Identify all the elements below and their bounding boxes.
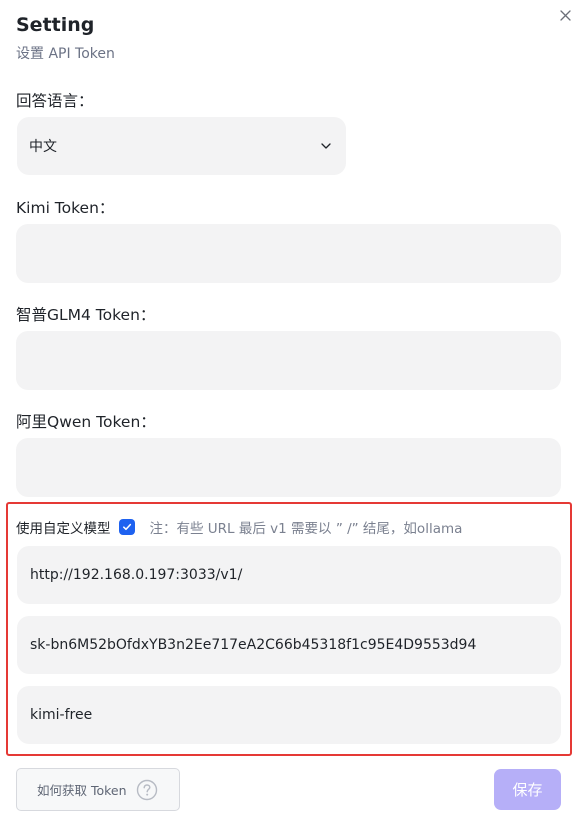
custom-model-label: 使用自定义模型 [16, 521, 111, 537]
chevron-down-icon [321, 143, 331, 149]
language-label: 回答语言： [16, 92, 94, 110]
custom-api-key-input[interactable] [17, 616, 561, 674]
glm-token-label: 智普GLM4 Token： [16, 306, 156, 324]
custom-model-note: 注：有些 URL 最后 v1 需要以 ” /” 结尾，如ollama [149, 521, 463, 537]
qwen-token-input[interactable] [16, 438, 561, 497]
glm-token-input[interactable] [16, 331, 561, 390]
how-to-get-token-label: 如何获取 Token [37, 783, 127, 798]
kimi-token-label: Kimi Token： [16, 199, 115, 217]
close-button[interactable] [556, 6, 574, 24]
how-to-get-token-button[interactable]: 如何获取 Token [16, 768, 180, 811]
custom-url-input[interactable] [17, 546, 561, 604]
custom-model-checkbox[interactable] [118, 519, 135, 535]
custom-model-row: 使用自定义模型 注：有些 URL 最后 v1 需要以 ” /” 结尾，如olla… [16, 516, 462, 538]
language-select[interactable]: 中文 [17, 117, 346, 175]
question-circle-icon [136, 779, 158, 801]
close-icon [559, 9, 571, 21]
check-icon [122, 523, 131, 531]
custom-model-name-input[interactable] [17, 686, 561, 744]
kimi-token-input[interactable] [16, 224, 561, 283]
language-selected-value: 中文 [29, 139, 57, 155]
save-button[interactable]: 保存 [494, 769, 561, 810]
dialog-title: Setting [16, 14, 95, 36]
dialog-subtitle: 设置 API Token [16, 46, 115, 62]
qwen-token-label: 阿里Qwen Token： [16, 413, 156, 431]
